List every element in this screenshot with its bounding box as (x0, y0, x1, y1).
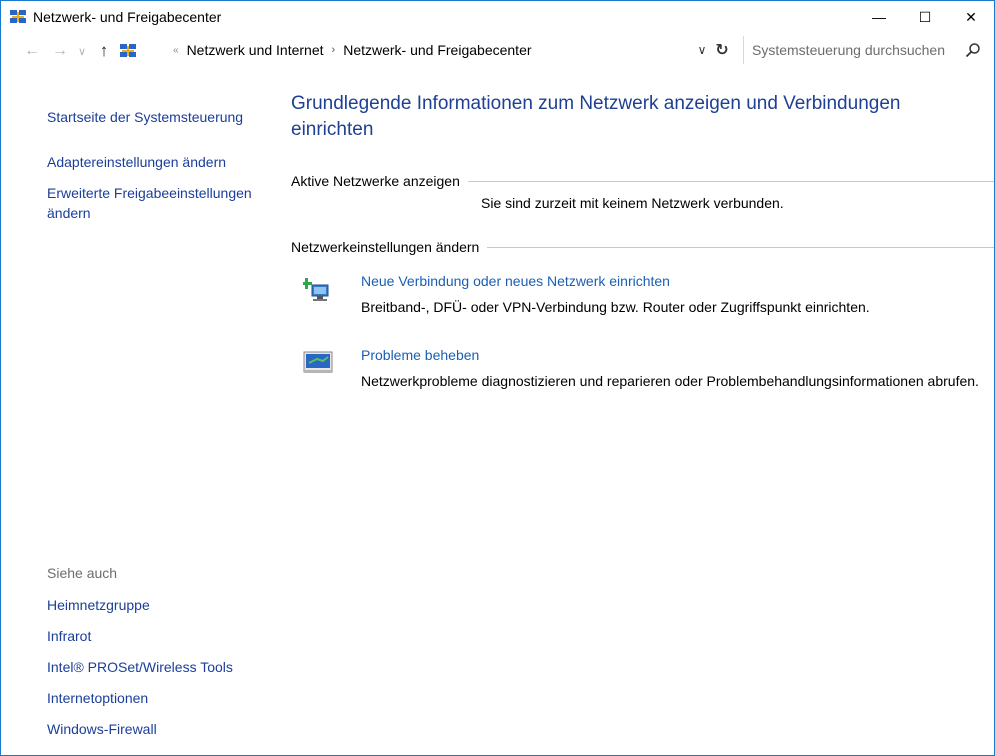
see-also-link-internet-options[interactable]: Internetoptionen (47, 688, 148, 708)
change-settings-group: Netzwerkeinstellungen ändern (291, 239, 994, 255)
address-bar[interactable]: « Netzwerk und Internet › Netzwerk- und … (167, 37, 767, 63)
troubleshoot-description: Netzwerkprobleme diagnostizieren und rep… (361, 373, 979, 389)
minimize-button[interactable]: — (856, 1, 902, 33)
breadcrumb-item[interactable]: Netzwerk und Internet (187, 42, 324, 58)
breadcrumb-separator-icon[interactable]: › (332, 44, 336, 56)
see-also-heading: Siehe auch (47, 565, 118, 581)
address-dropdown-icon[interactable]: ∨ (693, 43, 711, 57)
new-connection-icon[interactable] (303, 273, 333, 303)
page-title: Grundlegende Informationen zum Netzwerk … (291, 93, 901, 140)
active-networks-label: Aktive Netzwerke anzeigen (291, 173, 460, 189)
new-connection-description: Breitband-, DFÜ- oder VPN-Verbindung bzw… (361, 299, 870, 315)
sidebar-link-advanced-sharing[interactable]: Erweiterte Freigabeeinstellungen ändern (47, 183, 257, 223)
active-networks-group: Aktive Netzwerke anzeigen (291, 173, 994, 189)
see-also-link-homegroup[interactable]: Heimnetzgruppe (47, 595, 150, 615)
address-actions: ∨ ↻ (693, 37, 733, 63)
network-status-text: Sie sind zurzeit mit keinem Netzwerk ver… (481, 195, 784, 211)
new-connection-link[interactable]: Neue Verbindung oder neues Netzwerk einr… (361, 273, 670, 289)
window-title: Netzwerk- und Freigabecenter (33, 9, 222, 25)
search-icon[interactable] (965, 42, 981, 58)
breadcrumb-overflow[interactable]: « (173, 45, 179, 56)
back-button[interactable]: ← (21, 42, 43, 60)
sidebar-link-adapter-settings[interactable]: Adaptereinstellungen ändern (47, 152, 226, 172)
troubleshoot-icon[interactable] (303, 347, 333, 377)
see-also-link-intel-proset[interactable]: Intel® PROSet/Wireless Tools (47, 657, 233, 677)
window: Netzwerk- und Freigabecenter — ☐ ✕ ← → ∨… (0, 0, 995, 756)
recent-locations-button[interactable]: ∨ (75, 45, 89, 58)
group-divider (467, 180, 994, 182)
title-bar[interactable]: Netzwerk- und Freigabecenter — ☐ ✕ (1, 1, 994, 33)
refresh-icon[interactable]: ↻ (711, 40, 733, 60)
navigation-bar: ← → ∨ ↑ « Netzwerk und Internet › Netzwe… (1, 33, 994, 69)
group-divider (487, 246, 994, 248)
network-center-icon (120, 44, 136, 57)
breadcrumb-item[interactable]: Netzwerk- und Freigabecenter (343, 42, 531, 58)
forward-button[interactable]: → (49, 42, 71, 60)
sidebar-link-control-panel-home[interactable]: Startseite der Systemsteuerung (47, 107, 243, 127)
close-button[interactable]: ✕ (948, 1, 994, 33)
search-box (743, 36, 993, 64)
troubleshoot-link[interactable]: Probleme beheben (361, 347, 479, 363)
left-pane: Startseite der Systemsteuerung Adapterei… (47, 69, 287, 749)
main-pane: Grundlegende Informationen zum Netzwerk … (291, 69, 994, 749)
search-input[interactable] (744, 38, 959, 62)
network-center-icon (10, 10, 26, 23)
window-controls: — ☐ ✕ (856, 1, 994, 33)
up-button[interactable]: ↑ (93, 41, 115, 61)
see-also-link-windows-firewall[interactable]: Windows-Firewall (47, 719, 157, 739)
maximize-button[interactable]: ☐ (902, 1, 948, 33)
change-settings-label: Netzwerkeinstellungen ändern (291, 239, 480, 255)
see-also-link-infrared[interactable]: Infrarot (47, 626, 91, 646)
